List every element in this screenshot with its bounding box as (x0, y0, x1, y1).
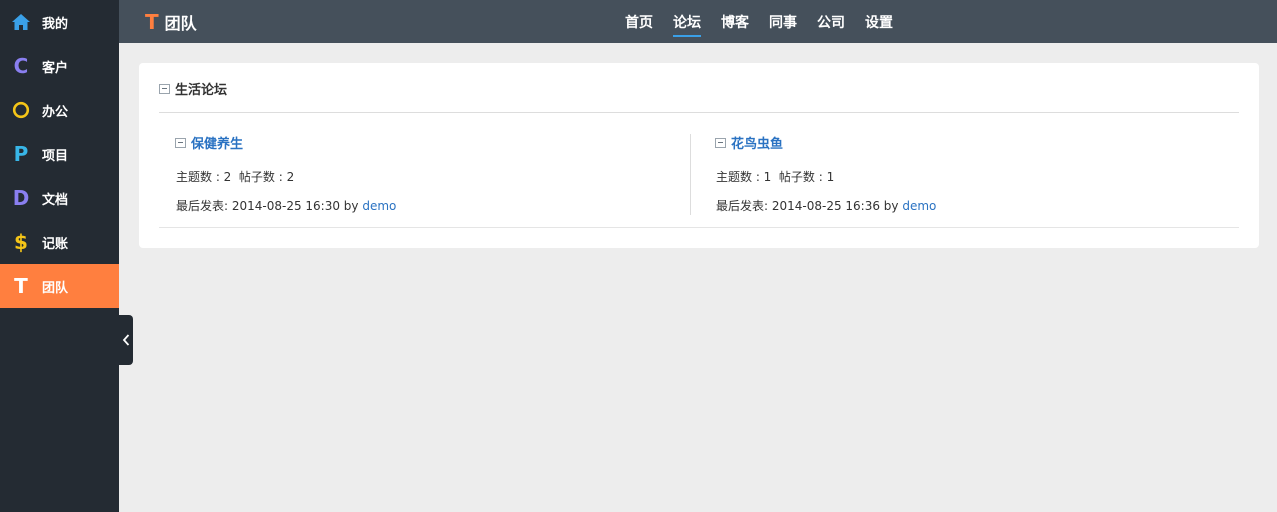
chevron-left-icon (122, 331, 130, 350)
last-post-label: 最后发表: 2014-08-25 16:36 by (716, 199, 903, 213)
forum-card: 保健养生 主题数 : 2 帖子数 : 2 最后发表: 2014-08-25 16… (175, 133, 396, 214)
forum-last-post: 最后发表: 2014-08-25 16:30 by demo (175, 197, 396, 214)
sidebar-item-project[interactable]: P 项目 (0, 132, 119, 176)
sidebar-item-label: 项目 (42, 148, 69, 164)
sidebar-item-docs[interactable]: D 文档 (0, 176, 119, 220)
sidebar-collapse-button[interactable] (119, 315, 133, 365)
t-letter-icon: T (14, 274, 28, 298)
forum-panel: 生活论坛 保健养生 主题数 : 2 帖子数 : 2 最后发表: 2014-08-… (139, 63, 1259, 248)
o-circle-icon (10, 99, 32, 121)
last-post-label: 最后发表: 2014-08-25 16:30 by (176, 199, 363, 213)
top-nav: 首页 论坛 博客 同事 公司 设置 (615, 0, 903, 43)
page-title: 团队 (164, 13, 197, 33)
forum-title-row: 花鸟虫鱼 (715, 133, 936, 152)
sidebar-item-label: 文档 (42, 192, 69, 208)
nav-settings[interactable]: 设置 (855, 0, 903, 43)
home-icon (10, 11, 32, 33)
section-title: 生活论坛 (175, 83, 228, 98)
sidebar-item-label: 客户 (42, 60, 69, 76)
forum-card: 花鸟虫鱼 主题数 : 1 帖子数 : 1 最后发表: 2014-08-25 16… (715, 133, 936, 214)
d-letter-icon: D (12, 186, 30, 210)
nav-home[interactable]: 首页 (615, 0, 663, 43)
forum-stats: 主题数 : 2 帖子数 : 2 (176, 170, 295, 184)
sidebar-item-label: 办公 (42, 104, 69, 120)
dollar-icon: $ (14, 230, 28, 254)
column-divider (690, 134, 691, 215)
nav-colleagues[interactable]: 同事 (759, 0, 807, 43)
user-link[interactable]: demo (362, 199, 396, 213)
top-bar: T 团队 首页 论坛 博客 同事 公司 设置 (119, 0, 1277, 43)
sidebar-item-label: 我的 (42, 16, 69, 32)
sidebar-item-customer[interactable]: C 客户 (0, 44, 119, 88)
collapse-toggle-icon[interactable] (159, 83, 170, 94)
sidebar-item-mine[interactable]: 我的 (0, 0, 119, 44)
brand: T 团队 (145, 0, 197, 43)
forum-title-row: 保健养生 (175, 133, 396, 152)
forum-title-link[interactable]: 保健养生 (191, 133, 243, 152)
section-header: 生活论坛 (159, 79, 227, 98)
c-letter-icon: C (13, 54, 29, 78)
sidebar-item-accounting[interactable]: $ 记账 (0, 220, 119, 264)
user-link[interactable]: demo (902, 199, 936, 213)
forum-title-link[interactable]: 花鸟虫鱼 (731, 133, 783, 152)
forum-last-post: 最后发表: 2014-08-25 16:36 by demo (715, 197, 936, 214)
divider (159, 227, 1239, 228)
nav-company[interactable]: 公司 (807, 0, 855, 43)
sidebar: 我的 C 客户 办公 P 项目 D 文档 $ 记账 T 团队 (0, 0, 119, 512)
sidebar-item-label: 团队 (42, 280, 69, 296)
collapse-toggle-icon[interactable] (715, 137, 726, 148)
forum-stats: 主题数 : 1 帖子数 : 1 (716, 170, 835, 184)
brand-logo-icon: T (145, 9, 159, 34)
sidebar-item-team[interactable]: T 团队 (0, 264, 119, 308)
divider (159, 112, 1239, 113)
sidebar-item-office[interactable]: 办公 (0, 88, 119, 132)
collapse-toggle-icon[interactable] (175, 137, 186, 148)
nav-blog[interactable]: 博客 (711, 0, 759, 43)
p-letter-icon: P (13, 142, 29, 166)
nav-forum[interactable]: 论坛 (663, 0, 711, 43)
sidebar-item-label: 记账 (42, 236, 69, 252)
